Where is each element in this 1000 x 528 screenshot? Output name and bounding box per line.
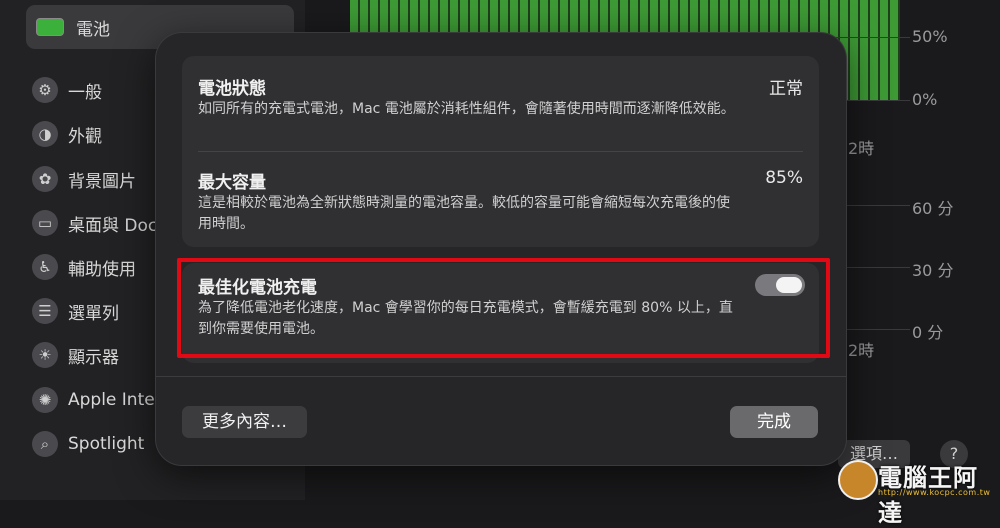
sidebar-item-desktop-dock[interactable]: ▭ 桌面與 Doc — [32, 206, 157, 240]
sidebar-item-apple-intelligence[interactable]: ✺ Apple Intel — [32, 383, 159, 417]
sidebar-item-label: 顯示器 — [68, 347, 119, 368]
axis-label-0min: 0 分 — [912, 323, 944, 342]
sidebar-item-appearance[interactable]: ◑ 外觀 — [32, 117, 102, 151]
max-capacity-title: 最大容量 — [198, 173, 266, 193]
battery-status-description: 如同所有的充電式電池，Mac 電池屬於消耗性組件，會隨著使用時間而逐漸降低效能。 — [198, 101, 735, 117]
sidebar-item-menu-bar[interactable]: ☰ 選單列 — [32, 294, 119, 328]
battery-info-group: 電池狀態 正常 如同所有的充電式電池，Mac 電池屬於消耗性組件，會隨著使用時間… — [182, 56, 819, 247]
battery-health-sheet: 電池狀態 正常 如同所有的充電式電池，Mac 電池屬於消耗性組件，會隨著使用時間… — [156, 33, 846, 465]
sidebar-item-label: Apple Intel — [68, 390, 160, 410]
sidebar-item-label: 桌面與 Doc — [68, 215, 158, 236]
watermark-url: http://www.kocpc.com.tw — [878, 488, 991, 497]
sidebar-item-label: Spotlight — [68, 434, 145, 454]
axis-label-0: 0% — [912, 90, 938, 109]
axis-label-30min: 30 分 — [912, 261, 954, 280]
sidebar-item-label: 輔助使用 — [68, 259, 136, 280]
sidebar-item-wallpaper[interactable]: ✿ 背景圖片 — [32, 162, 136, 196]
display-icon: ☀ — [32, 342, 58, 368]
sidebar-item-label: 外觀 — [68, 126, 102, 147]
sidebar-item-label: 電池 — [76, 19, 110, 40]
spotlight-icon: ⌕ — [32, 431, 58, 457]
sidebar-item-label: 背景圖片 — [68, 171, 136, 192]
battery-status-title: 電池狀態 — [198, 79, 266, 99]
sidebar-item-label: 選單列 — [68, 303, 119, 324]
time-axis-label: 2時 — [848, 341, 875, 360]
watermark-logo: 電腦王阿達 http://www.kocpc.com.tw — [838, 458, 998, 527]
footer-divider — [156, 376, 846, 377]
done-button[interactable]: 完成 — [730, 406, 818, 438]
battery-status-value: 正常 — [769, 79, 803, 99]
sidebar-item-accessibility[interactable]: ♿ 輔助使用 — [32, 250, 136, 284]
accessibility-icon: ♿ — [32, 254, 58, 280]
sidebar-item-label: 一般 — [68, 82, 102, 103]
axis-label-50: 50% — [912, 27, 948, 46]
sidebar-item-display[interactable]: ☀ 顯示器 — [32, 338, 119, 372]
sidebar-item-general[interactable]: ⚙ 一般 — [32, 73, 102, 107]
row-divider — [198, 151, 803, 152]
axis-label-60min: 60 分 — [912, 199, 954, 218]
highlight-box — [177, 258, 830, 358]
max-capacity-value: 85% — [765, 168, 803, 188]
gear-icon: ⚙ — [32, 77, 58, 103]
menu-bar-icon: ☰ — [32, 298, 58, 324]
desktop-dock-icon: ▭ — [32, 210, 58, 236]
appearance-icon: ◑ — [32, 121, 58, 147]
apple-intelligence-icon: ✺ — [32, 387, 58, 413]
max-capacity-description: 這是相較於電池為全新狀態時測量的電池容量。較低的容量可能會縮短每次充電後的使用時… — [198, 195, 730, 232]
mascot-icon — [838, 460, 878, 500]
time-axis-label: 2時 — [848, 139, 875, 158]
more-info-button[interactable]: 更多內容… — [182, 406, 307, 438]
battery-icon — [36, 18, 64, 36]
sidebar-item-spotlight[interactable]: ⌕ Spotlight — [32, 427, 144, 461]
wallpaper-icon: ✿ — [32, 166, 58, 192]
